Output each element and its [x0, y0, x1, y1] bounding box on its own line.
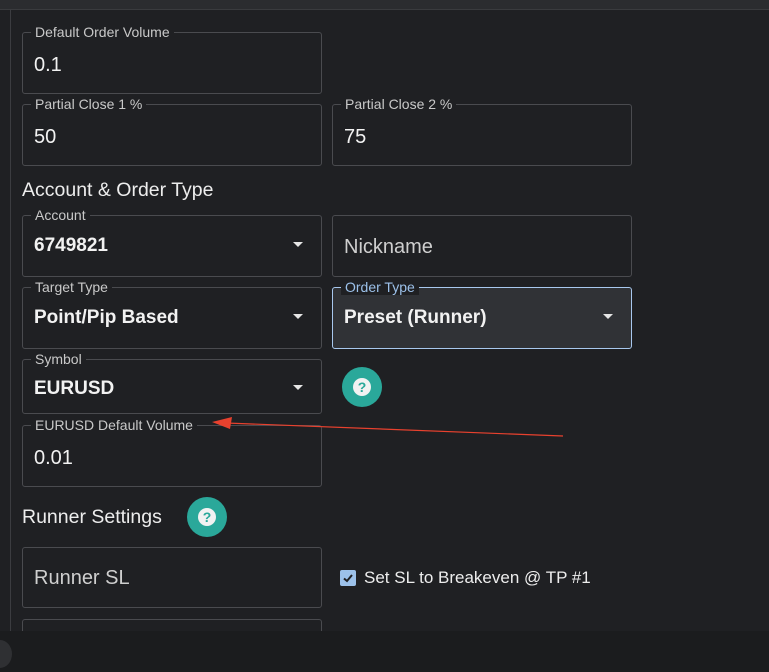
chevron-down-icon [603, 314, 613, 319]
default-order-volume-label: Default Order Volume [31, 24, 174, 40]
default-order-volume-value: 0.1 [34, 54, 62, 76]
symbol-default-volume-value: 0.01 [34, 447, 73, 469]
partial-close-2-value: 75 [344, 126, 367, 148]
symbol-value: EURUSD [34, 378, 115, 399]
runner-settings-help-button[interactable]: ? [187, 497, 227, 537]
partial-close-1-label: Partial Close 1 % [31, 96, 147, 112]
chevron-down-icon [293, 314, 303, 319]
section-title-runner-settings: Runner Settings [22, 506, 162, 528]
nickname-input[interactable]: Nickname [332, 215, 632, 277]
account-select[interactable]: Account 6749821 [22, 207, 322, 277]
breakeven-checkbox[interactable] [340, 570, 356, 586]
section-title-account-order-type: Account & Order Type [22, 179, 214, 201]
order-type-value: Preset (Runner) [344, 307, 487, 328]
partial-close-2-label: Partial Close 2 % [341, 96, 457, 112]
default-order-volume-field[interactable]: Default Order Volume 0.1 [22, 24, 322, 94]
symbol-default-volume-label: EURUSD Default Volume [31, 417, 197, 433]
partial-close-1-field[interactable]: Partial Close 1 % 50 [22, 96, 322, 166]
partial-close-2-field[interactable]: Partial Close 2 % 75 [332, 96, 632, 166]
order-type-select[interactable]: Order Type Preset (Runner) [332, 279, 632, 349]
chevron-down-icon [293, 242, 303, 247]
symbol-help-button[interactable]: ? [342, 367, 382, 407]
nickname-placeholder: Nickname [344, 236, 433, 258]
order-type-label: Order Type [341, 279, 419, 295]
chevron-down-icon [293, 385, 303, 390]
symbol-select[interactable]: Symbol EURUSD [22, 351, 322, 414]
help-icon: ? [198, 508, 216, 526]
partial-close-1-value: 50 [34, 126, 57, 148]
panel-divider [10, 9, 11, 631]
runner-sl-placeholder: Runner SL [34, 567, 130, 589]
breakeven-checkbox-label: Set SL to Breakeven @ TP #1 [364, 568, 591, 587]
target-type-select[interactable]: Target Type Point/Pip Based [22, 279, 322, 349]
help-icon: ? [353, 378, 371, 396]
account-label: Account [31, 207, 90, 223]
target-type-value: Point/Pip Based [34, 307, 179, 328]
checkmark-icon [343, 574, 353, 583]
target-type-label: Target Type [31, 279, 112, 295]
symbol-default-volume-field[interactable]: EURUSD Default Volume 0.01 [22, 417, 322, 487]
top-bar [0, 0, 769, 10]
account-value: 6749821 [34, 235, 108, 256]
runner-sl-input[interactable]: Runner SL [22, 547, 322, 608]
symbol-label: Symbol [31, 351, 86, 367]
bottom-strip [0, 631, 769, 672]
